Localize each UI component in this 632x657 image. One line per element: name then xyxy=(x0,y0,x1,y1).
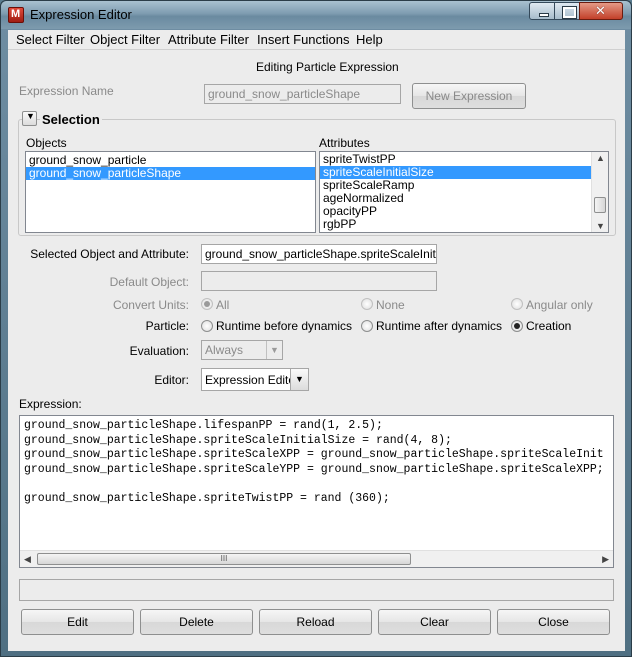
convert-none-radio[interactable] xyxy=(361,298,373,310)
default-object-field[interactable] xyxy=(201,271,437,291)
delete-button[interactable]: Delete xyxy=(140,609,253,635)
edit-button[interactable]: Edit xyxy=(21,609,134,635)
creation-radio[interactable] xyxy=(511,320,523,332)
code-line: ground_snow_particleShape.spriteTwistPP … xyxy=(24,491,390,505)
menu-object-filter[interactable]: Object Filter xyxy=(90,32,160,47)
runtime-before-radio[interactable] xyxy=(201,320,213,332)
expression-text-area[interactable]: ground_snow_particleShape.lifespanPP = r… xyxy=(19,415,614,568)
expression-name-field[interactable]: ground_snow_particleShape xyxy=(204,84,401,104)
scroll-thumb[interactable]: III xyxy=(37,553,411,565)
scroll-up-icon[interactable]: ▲ xyxy=(596,153,605,163)
close-window-button[interactable] xyxy=(579,2,623,20)
scroll-thumb[interactable] xyxy=(594,197,606,213)
particle-label: Particle: xyxy=(145,319,189,333)
editor-label: Editor: xyxy=(154,373,189,387)
runtime-after-label: Runtime after dynamics xyxy=(376,319,503,333)
menu-help[interactable]: Help xyxy=(356,32,383,47)
default-object-label: Default Object: xyxy=(109,275,189,289)
attributes-list[interactable]: spriteTwistPP spriteScaleInitialSize spr… xyxy=(319,151,609,233)
expression-editor-window: Expression Editor Select Filter Object F… xyxy=(0,0,632,657)
menu-bar: Select Filter Object Filter Attribute Fi… xyxy=(8,30,625,50)
creation-label: Creation xyxy=(526,319,572,333)
reload-button[interactable]: Reload xyxy=(259,609,372,635)
code-line: ground_snow_particleShape.lifespanPP = r… xyxy=(24,419,383,432)
maximize-button[interactable] xyxy=(554,2,580,20)
objects-list[interactable]: ground_snow_particle ground_snow_particl… xyxy=(25,151,316,233)
scroll-right-icon[interactable]: ▶ xyxy=(602,554,609,565)
evaluation-dropdown[interactable]: Always ▼ xyxy=(201,340,283,360)
editor-value: Expression Editor xyxy=(205,373,300,387)
evaluation-label: Evaluation: xyxy=(129,344,189,358)
list-item[interactable]: ground_snow_particleShape xyxy=(26,167,315,180)
editor-dropdown[interactable]: Expression Editor ▼ xyxy=(201,368,309,391)
editing-header: Editing Particle Expression xyxy=(256,60,399,74)
selection-title: Selection xyxy=(40,112,102,127)
convert-angular-radio[interactable] xyxy=(511,298,523,310)
code-line: ground_snow_particleShape.spriteScaleXPP… xyxy=(24,448,604,461)
expression-name-label: Expression Name xyxy=(19,84,114,98)
menu-attribute-filter[interactable]: Attribute Filter xyxy=(168,32,249,47)
attributes-scrollbar[interactable]: ▲ ▼ xyxy=(591,152,608,232)
scroll-down-icon[interactable]: ▼ xyxy=(596,221,605,231)
scroll-grip: III xyxy=(220,554,228,563)
close-button[interactable]: Close xyxy=(497,609,610,635)
runtime-after-radio[interactable] xyxy=(361,320,373,332)
objects-label: Objects xyxy=(26,136,67,150)
attributes-label: Attributes xyxy=(319,136,370,150)
convert-units-label: Convert Units: xyxy=(112,298,189,312)
collapse-selection-toggle[interactable]: ▼ xyxy=(22,111,37,126)
code-line: ground_snow_particleShape.spriteScaleIni… xyxy=(24,433,452,447)
menu-insert-functions[interactable]: Insert Functions xyxy=(257,32,350,47)
chevron-down-icon[interactable]: ▼ xyxy=(266,341,282,359)
list-item[interactable]: opacityPP xyxy=(320,205,608,218)
clear-button[interactable]: Clear xyxy=(378,609,491,635)
expression-label: Expression: xyxy=(19,397,82,411)
menu-select-filter[interactable]: Select Filter xyxy=(16,32,85,47)
selected-obj-attr-field[interactable]: ground_snow_particleShape.spriteScaleIni… xyxy=(201,244,437,264)
chevron-down-icon[interactable]: ▼ xyxy=(290,369,308,390)
list-item[interactable]: rgbPP xyxy=(320,218,608,231)
status-field xyxy=(19,579,614,601)
expression-code: ground_snow_particleShape.lifespanPP = r… xyxy=(20,416,613,509)
convert-all-radio[interactable] xyxy=(201,298,213,310)
new-expression-button[interactable]: New Expression xyxy=(412,83,526,109)
selected-obj-attr-label: Selected Object and Attribute: xyxy=(30,247,189,261)
code-line: ground_snow_particleShape.spriteScaleYPP… xyxy=(24,462,604,476)
client-area: Select Filter Object Filter Attribute Fi… xyxy=(8,30,625,651)
scroll-left-icon[interactable]: ◀ xyxy=(24,554,31,565)
window-title: Expression Editor xyxy=(30,7,132,22)
triangle-down-icon: ▼ xyxy=(26,111,35,121)
convert-none-label: None xyxy=(376,298,405,312)
convert-angular-label: Angular only xyxy=(526,298,593,312)
title-bar[interactable]: Expression Editor xyxy=(1,1,631,29)
evaluation-value: Always xyxy=(205,343,244,357)
runtime-before-label: Runtime before dynamics xyxy=(216,319,353,333)
minimize-button[interactable] xyxy=(529,2,555,20)
convert-all-label: All xyxy=(216,298,230,312)
expression-hscrollbar[interactable]: ◀ III ▶ xyxy=(20,550,613,567)
maya-app-icon xyxy=(8,7,24,23)
